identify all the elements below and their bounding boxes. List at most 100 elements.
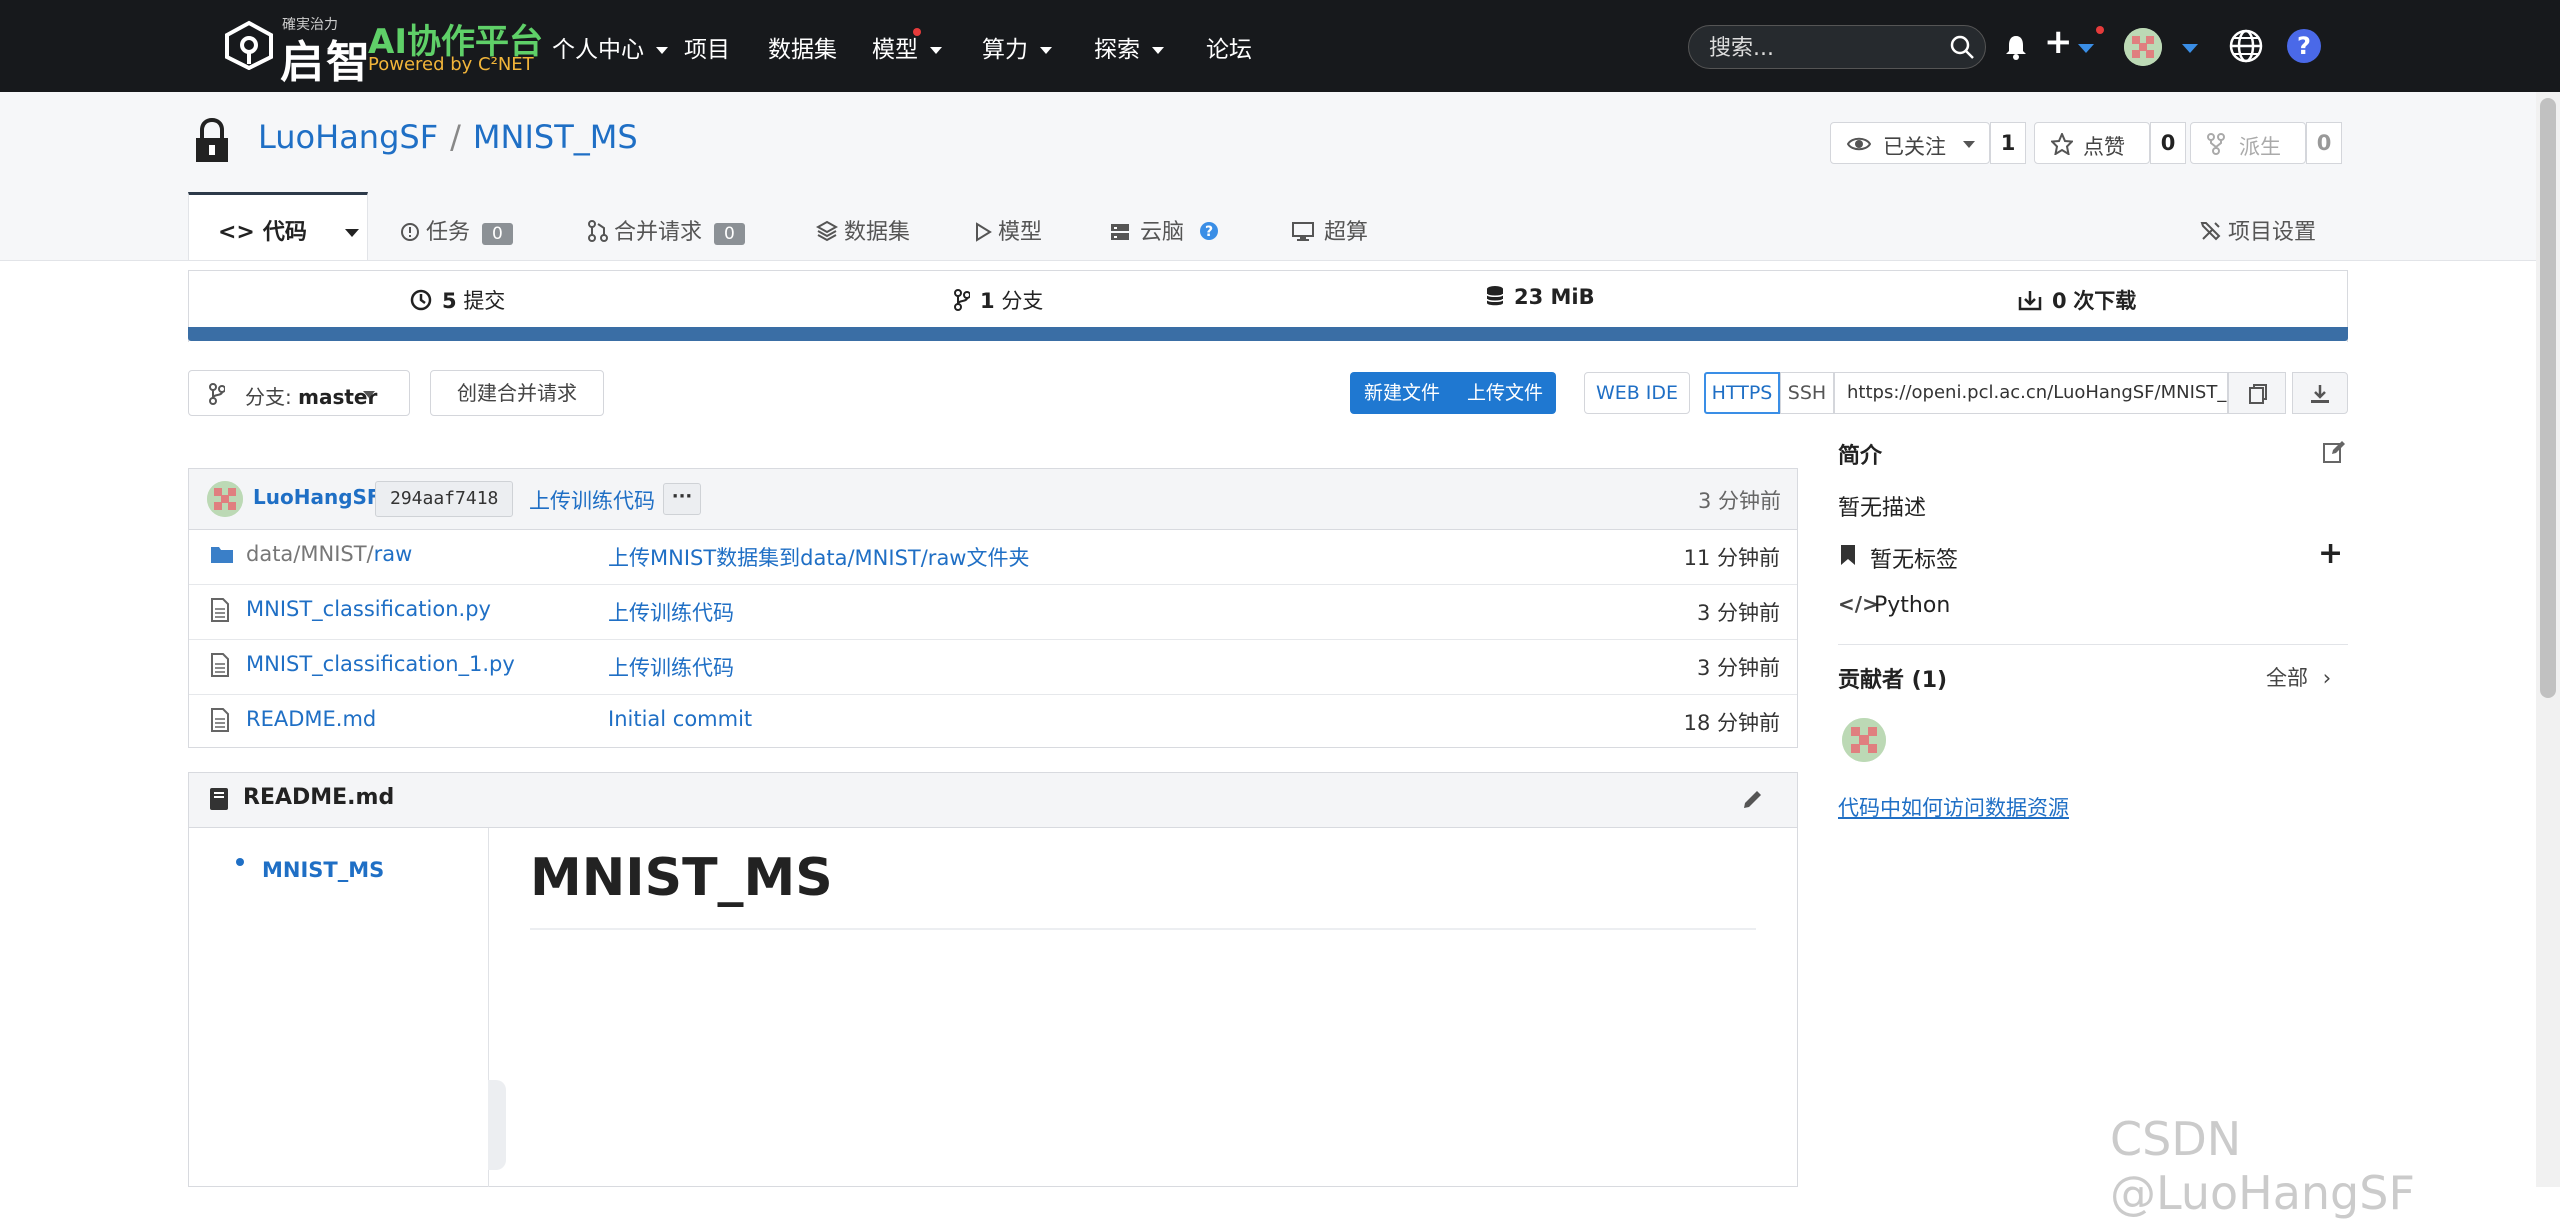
chevron-down-icon[interactable] (2182, 44, 2198, 53)
tab-settings[interactable]: 项目设置 (2200, 214, 2316, 246)
search-input[interactable] (1707, 33, 1931, 63)
top-navbar: 確実治力 启智 AI协作平台 Powered by C²NET 个人中心 项目 … (0, 0, 2560, 92)
file-icon (211, 598, 229, 622)
clone-url-field[interactable]: https://openi.pcl.ac.cn/LuoHangSF/MNIST_… (1834, 372, 2228, 414)
tab-issues[interactable]: 任务 0 (400, 214, 513, 246)
pull-request-icon (588, 220, 608, 242)
branch-selector[interactable]: 分支: master (188, 370, 410, 416)
file-name-link[interactable]: MNIST_classification_1.py (246, 652, 515, 676)
nav-compute[interactable]: 算力 (982, 30, 1052, 64)
ssh-button[interactable]: SSH (1780, 372, 1834, 414)
toc-item[interactable]: MNIST_MS (262, 858, 384, 882)
file-commit-message[interactable]: 上传训练代码 (608, 597, 734, 627)
watch-button[interactable]: 已关注 (1830, 122, 1990, 164)
star-button[interactable]: 点赞 (2034, 122, 2150, 164)
chevron-down-icon (1152, 47, 1164, 54)
stat-branches[interactable]: 1 分支 (954, 285, 1043, 315)
file-icon (211, 708, 229, 732)
chevron-down-icon (344, 229, 359, 237)
data-access-help-link[interactable]: 代码中如何访问数据资源 (1838, 792, 2069, 822)
repo-name-link[interactable]: MNIST_MS (473, 118, 638, 156)
intro-text: 暂无描述 (1838, 496, 1927, 521)
play-icon (976, 222, 992, 242)
file-commit-message[interactable]: 上传训练代码 (608, 652, 734, 682)
branch-icon (954, 289, 971, 311)
file-commit-message[interactable]: 上传MNIST数据集到data/MNIST/raw文件夹 (608, 542, 1030, 572)
latest-commit-row: LuoHangSF 294aaf7418 上传训练代码 ··· 3 分钟前 (188, 468, 1798, 530)
nav-projects[interactable]: 项目 (684, 30, 730, 64)
no-tags-text: 暂无标签 (1870, 548, 1959, 573)
fork-button[interactable]: 派生 (2190, 122, 2306, 164)
create-new-icon[interactable]: + (2044, 22, 2073, 62)
commit-sha[interactable]: 294aaf7418 (375, 481, 514, 517)
web-ide-button[interactable]: WEB IDE (1584, 372, 1690, 414)
author-avatar[interactable] (207, 481, 243, 517)
help-icon[interactable]: ? (1199, 221, 1219, 241)
book-icon (210, 788, 228, 810)
chevron-down-icon (930, 47, 942, 54)
repo-owner-link[interactable]: LuoHangSF (258, 118, 438, 156)
issues-count-badge: 0 (482, 223, 513, 245)
copy-url-button[interactable] (2228, 372, 2286, 414)
folder-icon (211, 547, 233, 563)
tab-datasets[interactable]: 数据集 (815, 214, 910, 246)
tab-code-label[interactable]: <> 代码 (218, 214, 359, 246)
nav-explore[interactable]: 探索 (1094, 30, 1164, 64)
commit-message-link[interactable]: 上传训练代码 (529, 485, 655, 515)
add-tag-button[interactable]: + (2318, 536, 2343, 571)
nav-models[interactable]: 模型 (872, 30, 942, 64)
code-language-icon: </> (1838, 592, 1879, 616)
chevron-right-icon: › (2322, 666, 2332, 690)
contributor-avatar[interactable] (1842, 718, 1886, 762)
download-archive-button[interactable] (2292, 372, 2348, 414)
stat-commits[interactable]: 5 提交 (410, 285, 505, 315)
logo-icon[interactable] (222, 20, 276, 70)
tab-supercompute[interactable]: 超算 (1292, 214, 1368, 246)
nav-forum[interactable]: 论坛 (1206, 30, 1252, 64)
watch-count[interactable]: 1 (1990, 122, 2026, 164)
edit-icon[interactable] (2322, 440, 2346, 464)
file-time: 18 分钟前 (1683, 711, 1780, 735)
file-commit-message[interactable]: Initial commit (608, 707, 752, 731)
nav-datasets[interactable]: 数据集 (768, 30, 837, 64)
bell-icon[interactable] (2004, 34, 2028, 60)
contributors-all-link[interactable]: 全部 › (2266, 662, 2331, 692)
server-icon (1111, 224, 1129, 240)
help-icon[interactable]: ? (2286, 28, 2322, 64)
commit-more-button[interactable]: ··· (663, 483, 701, 515)
star-icon (2051, 133, 2073, 155)
chevron-down-icon (656, 47, 668, 54)
file-icon (211, 653, 229, 677)
https-button[interactable]: HTTPS (1704, 372, 1780, 414)
commit-author-link[interactable]: LuoHangSF (253, 485, 381, 509)
history-icon (410, 289, 432, 311)
edit-pencil-icon[interactable] (1741, 787, 1765, 811)
eye-icon (1847, 137, 1871, 151)
file-name-link[interactable]: README.md (246, 707, 376, 731)
globe-icon[interactable] (2228, 28, 2264, 64)
intro-title: 简介 (1838, 444, 1883, 469)
nav-personal-center[interactable]: 个人中心 (552, 30, 668, 64)
scrollbar-thumb[interactable] (2540, 98, 2556, 698)
upload-file-button[interactable]: 上传文件 (1454, 372, 1556, 414)
toc-collapse-handle[interactable] (488, 1080, 506, 1170)
scrollbar[interactable] (2536, 92, 2560, 1187)
new-file-button[interactable]: 新建文件 (1350, 372, 1454, 414)
repo-language: Python (1874, 593, 1951, 618)
file-name-link[interactable]: MNIST_classification.py (246, 597, 491, 621)
chevron-down-icon[interactable] (2078, 44, 2094, 53)
user-avatar[interactable] (2124, 28, 2162, 66)
tab-models[interactable]: 模型 (974, 214, 1042, 246)
search-box (1688, 25, 1986, 69)
create-pull-request-button[interactable]: 创建合并请求 (430, 370, 604, 416)
tab-cloudbrain[interactable]: 云脑 ? (1110, 214, 1219, 246)
star-count[interactable]: 0 (2150, 122, 2186, 164)
lock-icon (196, 118, 228, 162)
svg-text:?: ? (2297, 32, 2311, 60)
commit-time: 3 分钟前 (1697, 489, 1781, 513)
file-name-link[interactable]: data/MNIST/raw (246, 542, 412, 566)
tab-pull-requests[interactable]: 合并请求 0 (588, 214, 745, 246)
logo-text[interactable]: 启智 (280, 26, 372, 90)
search-icon[interactable] (1949, 34, 1975, 60)
fork-count[interactable]: 0 (2306, 122, 2342, 164)
